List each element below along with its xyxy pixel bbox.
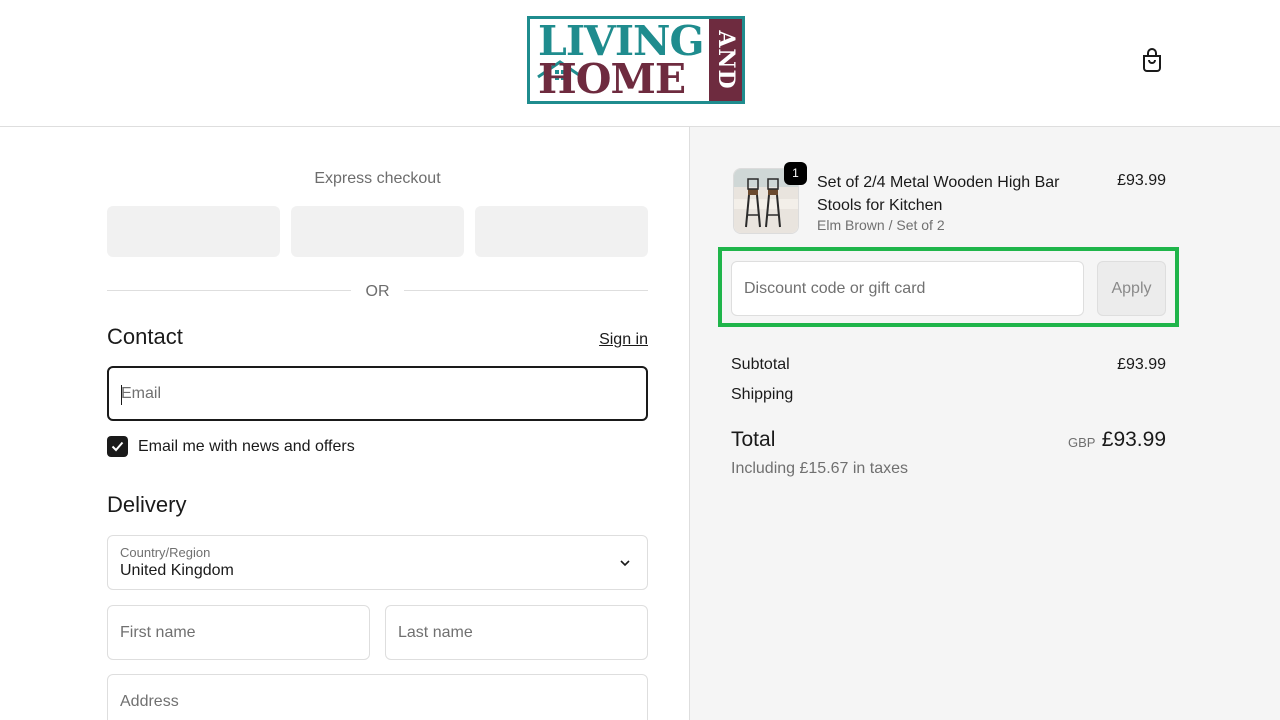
first-name-placeholder: First name <box>120 624 196 641</box>
subtotal-value: £93.99 <box>1117 356 1166 373</box>
product-name: Set of 2/4 Metal Wooden High Bar Stools … <box>817 174 1060 214</box>
or-divider: OR <box>107 281 648 301</box>
contact-title: Contact <box>107 324 183 349</box>
country-value: United Kingdom <box>120 562 234 579</box>
address-field[interactable]: Address <box>107 674 648 720</box>
checkmark-icon <box>111 441 124 452</box>
last-name-field[interactable]: Last name <box>385 605 648 660</box>
logo-and-band: AND <box>709 19 742 101</box>
shopping-bag-icon[interactable] <box>1140 47 1164 73</box>
newsletter-label: Email me with news and offers <box>138 438 355 455</box>
apply-discount-button[interactable]: Apply <box>1097 261 1166 316</box>
checkout-form-column: Express checkout OR Contact Sign in Emai… <box>0 127 689 720</box>
total-label: Total <box>731 428 776 451</box>
logo-and-text: AND <box>712 30 739 90</box>
sign-in-link[interactable]: Sign in <box>560 331 648 349</box>
newsletter-checkbox[interactable] <box>107 436 128 457</box>
total-currency: GBP <box>1068 435 1096 450</box>
divider-line <box>404 290 648 291</box>
subtotal-label: Subtotal <box>731 356 790 373</box>
express-pay-button-2[interactable] <box>291 206 464 257</box>
shipping-label: Shipping <box>731 386 794 403</box>
discount-placeholder: Discount code or gift card <box>744 280 926 297</box>
product-price: £93.99 <box>1117 172 1166 189</box>
first-name-field[interactable]: First name <box>107 605 370 660</box>
tax-note: Including £15.67 in taxes <box>731 460 909 477</box>
quantity-badge: 1 <box>784 162 807 185</box>
address-placeholder: Address <box>120 693 179 710</box>
chevron-down-icon <box>620 560 630 567</box>
or-label: OR <box>365 283 390 300</box>
country-select[interactable]: Country/Region United Kingdom <box>107 535 648 590</box>
discount-code-input[interactable]: Discount code or gift card <box>731 261 1084 316</box>
email-placeholder: Email <box>121 385 162 402</box>
last-name-placeholder: Last name <box>398 624 473 641</box>
order-summary: 1 Set of 2/4 Metal Wooden High Bar Stool… <box>689 127 1280 720</box>
express-checkout-title: Express checkout <box>314 170 441 187</box>
total-value: £93.99 <box>1101 428 1166 451</box>
country-label: Country/Region <box>120 545 211 560</box>
express-pay-button-1[interactable] <box>107 206 280 257</box>
logo-line-2: HOME <box>538 55 686 103</box>
product-variant: Elm Brown / Set of 2 <box>817 217 945 233</box>
header: LIVING HOME AND <box>0 0 1280 127</box>
delivery-title: Delivery <box>107 492 187 517</box>
express-pay-button-3[interactable] <box>475 206 648 257</box>
email-field[interactable]: Email <box>107 366 648 421</box>
store-logo[interactable]: LIVING HOME AND <box>527 16 745 104</box>
